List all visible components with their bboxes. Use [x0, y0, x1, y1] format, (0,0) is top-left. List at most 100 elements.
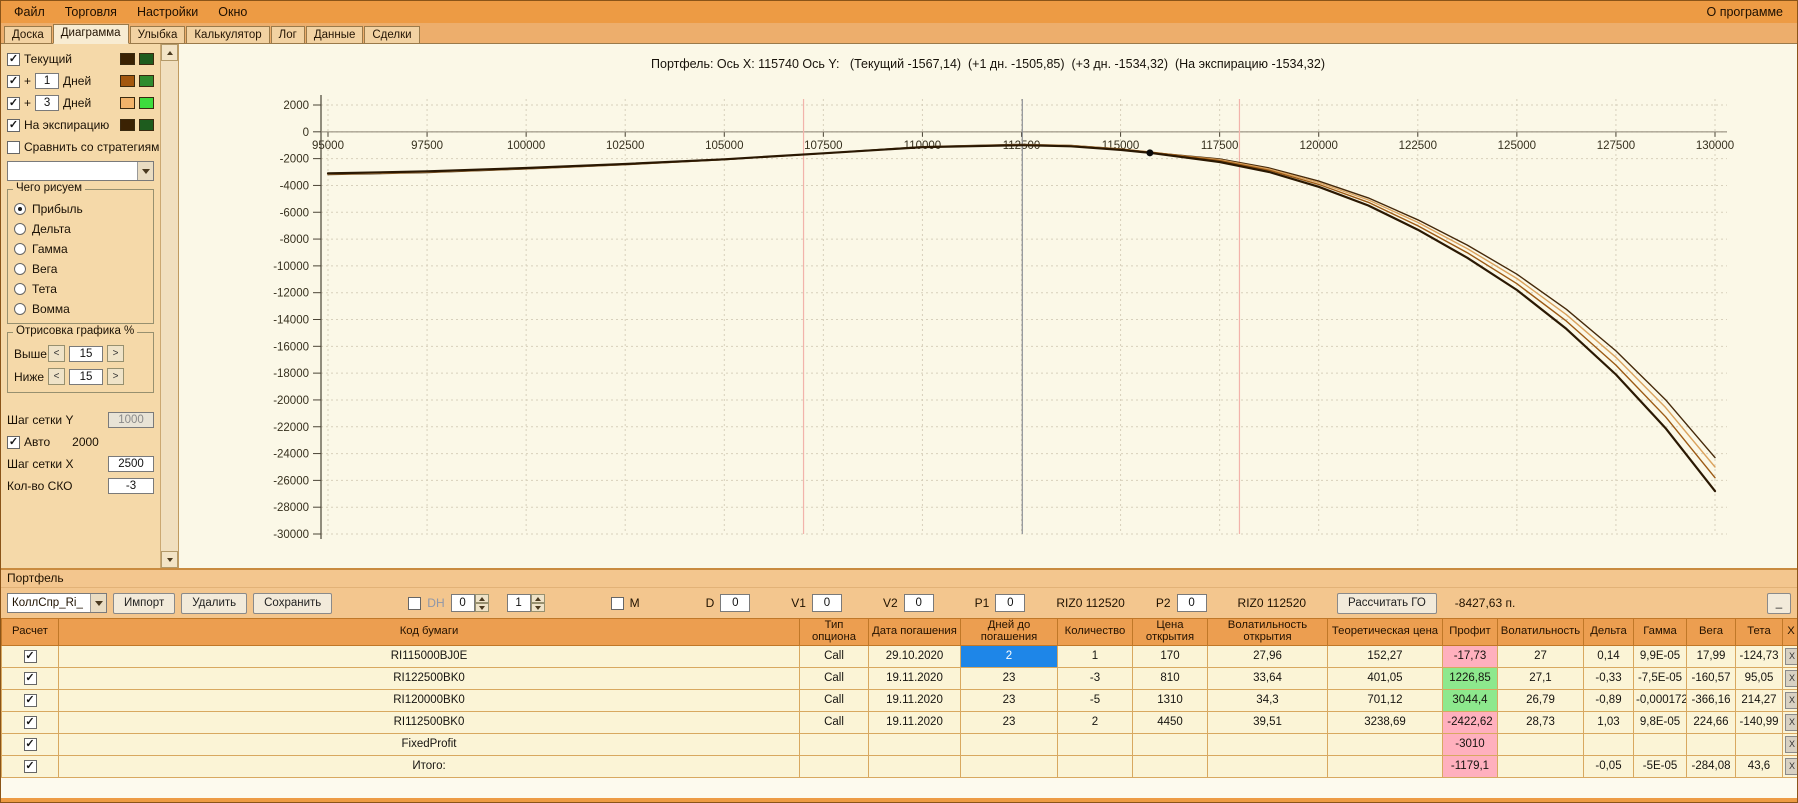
draw-option-4[interactable]: Вега: [14, 259, 147, 279]
menu-item-1[interactable]: Файл: [5, 3, 54, 21]
plus1-days-input[interactable]: [35, 73, 60, 89]
delete-row-button[interactable]: X: [1785, 713, 1797, 731]
dh-spinner-2-input[interactable]: [506, 594, 531, 612]
compare-checkbox[interactable]: [7, 140, 20, 154]
tab-2[interactable]: Диаграмма: [52, 24, 129, 44]
plus3-color1-swatch[interactable]: [120, 97, 135, 109]
dh-spinner-1-input[interactable]: [450, 594, 475, 612]
col-header-10[interactable]: Профит: [1442, 618, 1498, 646]
col-header-15[interactable]: Тета: [1735, 618, 1783, 646]
plus1-color2-swatch[interactable]: [139, 75, 154, 87]
d-input[interactable]: [720, 594, 751, 612]
col-header-2[interactable]: Код бумаги: [58, 618, 800, 646]
draw-option-1[interactable]: Прибыль: [14, 199, 147, 219]
auto-checkbox[interactable]: [7, 435, 20, 449]
spinner-down-icon[interactable]: [474, 603, 489, 612]
table-row: Итого: -1179,1 -0,05-5E-05-284,0843,6X: [1, 754, 1797, 778]
above-decrease-button[interactable]: <: [48, 345, 65, 362]
col-header-4[interactable]: Дата погашения: [868, 618, 961, 646]
delete-row-button[interactable]: X: [1785, 757, 1797, 775]
plus3-checkbox[interactable]: [7, 96, 20, 110]
dh-checkbox[interactable]: [408, 596, 422, 610]
v2-input[interactable]: [903, 594, 934, 612]
row-checkbox[interactable]: [23, 693, 37, 707]
draw-option-6[interactable]: Вомма: [14, 299, 147, 319]
col-header-7[interactable]: Цена открытия: [1132, 618, 1208, 646]
col-header-8[interactable]: Волатильность открытия: [1207, 618, 1328, 646]
tab-5[interactable]: Лог: [270, 26, 305, 43]
menu-about[interactable]: О программе: [1703, 3, 1787, 21]
plus1-checkbox[interactable]: [7, 74, 20, 88]
tab-4[interactable]: Калькулятор: [186, 26, 270, 43]
corner-button[interactable]: _: [1767, 592, 1791, 614]
expiration-color1-swatch[interactable]: [120, 119, 135, 131]
col-header-16[interactable]: X: [1782, 618, 1797, 646]
m-checkbox[interactable]: [610, 596, 624, 610]
tab-6[interactable]: Данные: [305, 26, 364, 43]
col-header-12[interactable]: Дельта: [1583, 618, 1634, 646]
below-decrease-button[interactable]: <: [48, 368, 65, 385]
spinner-down-icon[interactable]: [530, 603, 545, 612]
col-header-5[interactable]: Дней до погашения: [960, 618, 1058, 646]
col-header-14[interactable]: Вега: [1686, 618, 1736, 646]
menu-item-2[interactable]: Торговля: [56, 3, 126, 21]
spinner-up-icon[interactable]: [530, 594, 545, 603]
current-color2-swatch[interactable]: [139, 53, 154, 65]
col-header-9[interactable]: Теоретическая цена: [1327, 618, 1443, 646]
menu-item-3[interactable]: Настройки: [128, 3, 207, 21]
sidebar-scrollbar[interactable]: [160, 44, 178, 568]
plus3-days-input[interactable]: [35, 95, 60, 111]
col-header-13[interactable]: Гамма: [1633, 618, 1687, 646]
v1-input[interactable]: [811, 594, 842, 612]
delete-button[interactable]: Удалить: [181, 592, 248, 614]
delete-row-button[interactable]: X: [1785, 647, 1797, 665]
menu-item-4[interactable]: Окно: [209, 3, 256, 21]
scroll-down-icon[interactable]: [161, 551, 178, 568]
row-checkbox[interactable]: [23, 737, 37, 751]
dh-spinner-2[interactable]: [506, 594, 545, 612]
svg-text:0: 0: [303, 127, 309, 139]
row-checkbox[interactable]: [23, 759, 37, 773]
draw-option-2[interactable]: Дельта: [14, 219, 147, 239]
tab-1[interactable]: Доска: [4, 26, 52, 43]
plus3-color2-swatch[interactable]: [139, 97, 154, 109]
above-increase-button[interactable]: >: [107, 345, 124, 362]
spinner-up-icon[interactable]: [474, 594, 489, 603]
col-header-3[interactable]: Тип опциона: [799, 618, 869, 646]
expiration-color2-swatch[interactable]: [139, 119, 154, 131]
above-input[interactable]: [69, 345, 103, 362]
scroll-up-icon[interactable]: [161, 44, 178, 61]
grid-x-input[interactable]: [108, 456, 154, 472]
plus1-color1-swatch[interactable]: [120, 75, 135, 87]
import-button[interactable]: Импорт: [113, 592, 176, 614]
expiration-checkbox[interactable]: [7, 118, 20, 132]
tab-7[interactable]: Сделки: [364, 26, 420, 43]
delete-row-button[interactable]: X: [1785, 691, 1797, 709]
current-checkbox[interactable]: [7, 52, 20, 66]
svg-text:125000: 125000: [1498, 140, 1536, 152]
save-button[interactable]: Сохранить: [253, 592, 333, 614]
below-increase-button[interactable]: >: [107, 368, 124, 385]
col-header-1[interactable]: Расчет: [1, 618, 59, 646]
current-color1-swatch[interactable]: [120, 53, 135, 65]
row-checkbox[interactable]: [23, 671, 37, 685]
draw-option-5[interactable]: Тета: [14, 279, 147, 299]
sko-input[interactable]: [108, 478, 154, 494]
delete-row-button[interactable]: X: [1785, 669, 1797, 687]
days-cell[interactable]: 2: [960, 644, 1058, 668]
col-header-11[interactable]: Волатильность: [1497, 618, 1584, 646]
draw-option-3[interactable]: Гамма: [14, 239, 147, 259]
row-checkbox[interactable]: [23, 649, 37, 663]
strategy-combo[interactable]: КоллСпр_Ri_: [7, 593, 107, 613]
row-checkbox[interactable]: [23, 715, 37, 729]
below-input[interactable]: [69, 368, 103, 385]
calc-go-button[interactable]: Рассчитать ГО: [1337, 592, 1437, 614]
dh-spinner-1[interactable]: [450, 594, 489, 612]
code-cell: RI122500BK0: [58, 666, 800, 690]
p1-input[interactable]: [995, 594, 1026, 612]
strategy-compare-combo[interactable]: [7, 161, 154, 181]
tab-3[interactable]: Улыбка: [129, 26, 186, 43]
draw-groupbox: Чего рисуем Прибыль Дельта Гамма Вега Тета Во…: [7, 182, 154, 324]
delete-row-button[interactable]: X: [1785, 735, 1797, 753]
col-header-6[interactable]: Количество: [1057, 618, 1133, 646]
